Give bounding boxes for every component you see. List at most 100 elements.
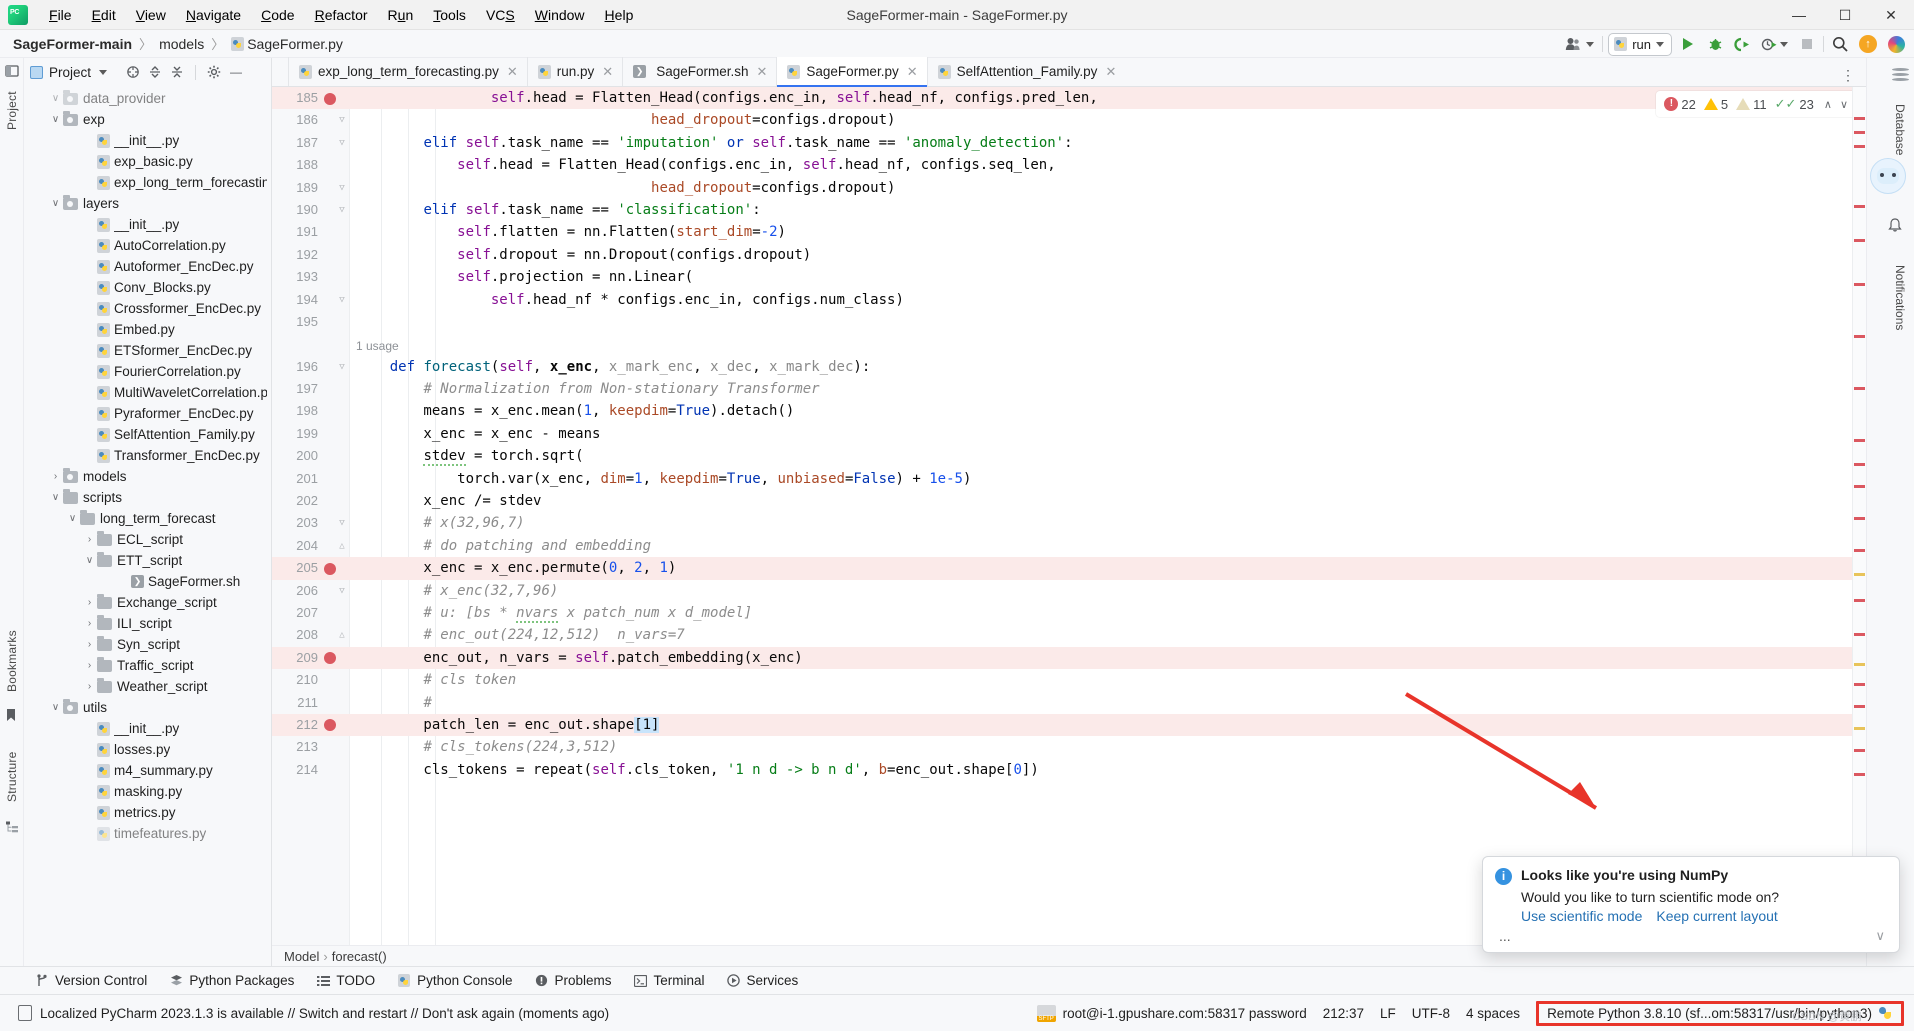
chevron-right-icon[interactable]: › — [83, 617, 96, 630]
left-tab-project[interactable]: Project — [0, 80, 24, 142]
chevron-down-icon[interactable]: ∨ — [49, 92, 62, 105]
code-line[interactable]: 208 △ # enc_out(224,12,512) n_vars=7 — [272, 624, 1866, 646]
menu-edit[interactable]: Edit — [83, 3, 125, 27]
menu-run[interactable]: Run — [379, 3, 423, 27]
line-separator[interactable]: LF — [1380, 1006, 1396, 1021]
menu-help[interactable]: Help — [596, 3, 643, 27]
code-line[interactable]: 197 # Normalization from Non-stationary … — [272, 378, 1866, 400]
code-fold-icon[interactable]: △ — [337, 541, 347, 551]
inspection-widget[interactable]: ! 22 5 11 ✓✓ 23 ∧ ∨ — [1656, 91, 1858, 117]
tree-node[interactable]: Pyraformer_EncDec.py — [24, 403, 271, 424]
tree-node[interactable]: › models — [24, 466, 271, 487]
code-line[interactable]: 191 self.flatten = nn.Flatten(start_dim=… — [272, 221, 1866, 243]
chevron-right-icon[interactable]: › — [49, 470, 62, 483]
breadcrumb-class[interactable]: Model — [284, 949, 319, 964]
tree-node[interactable]: MultiWaveletCorrelation.py — [24, 382, 271, 403]
project-settings-gear-icon[interactable] — [206, 64, 222, 80]
sftp-widget[interactable]: root@i-1.gpushare.com:58317 password — [1036, 1004, 1307, 1022]
code-line[interactable]: 201 torch.var(x_enc, dim=1, keepdim=True… — [272, 468, 1866, 490]
tree-node[interactable]: Transformer_EncDec.py — [24, 445, 271, 466]
breadcrumb-project[interactable]: SageFormer-main — [10, 35, 135, 53]
maximize-button[interactable]: ☐ — [1822, 0, 1868, 30]
code-line[interactable]: 189 ▽ head_dropout=configs.dropout) — [272, 177, 1866, 199]
tool-python-console[interactable]: Python Console — [388, 971, 521, 990]
menu-window[interactable]: Window — [526, 3, 594, 27]
menu-file[interactable]: File — [40, 3, 81, 27]
close-tab-icon[interactable]: ✕ — [907, 64, 918, 80]
code-line[interactable]: 200 stdev = torch.sqrt( — [272, 445, 1866, 467]
editor-tab[interactable]: exp_long_term_forecasting.py ✕ — [288, 57, 527, 86]
tree-node[interactable]: ∨ utils — [24, 697, 271, 718]
code-line[interactable]: 186 ▽ head_dropout=configs.dropout) — [272, 109, 1866, 131]
run-with-coverage-button[interactable] — [1731, 33, 1753, 55]
breakpoint-icon[interactable] — [324, 562, 336, 575]
prev-problem-icon[interactable]: ∧ — [1822, 98, 1834, 111]
tree-node[interactable]: › Traffic_script — [24, 655, 271, 676]
notification-more[interactable]: ... — [1499, 928, 1511, 944]
close-tab-icon[interactable]: ✕ — [757, 64, 768, 80]
tree-node[interactable]: __init__.py — [24, 130, 271, 151]
keep-current-layout-link[interactable]: Keep current layout — [1656, 908, 1777, 924]
error-count[interactable]: ! 22 — [1664, 97, 1696, 112]
code-line[interactable]: 209 enc_out, n_vars = self.patch_embeddi… — [272, 646, 1866, 670]
chevron-right-icon[interactable]: › — [83, 596, 96, 609]
breakpoint-icon[interactable] — [324, 719, 336, 732]
code-line[interactable]: 205 x_enc = x_enc.permute(0, 2, 1) — [272, 557, 1866, 580]
code-line[interactable]: 192 self.dropout = nn.Dropout(configs.dr… — [272, 244, 1866, 266]
tree-node[interactable]: › Exchange_script — [24, 592, 271, 613]
indent-setting[interactable]: 4 spaces — [1466, 1006, 1520, 1021]
left-tab-structure[interactable]: Structure — [0, 738, 24, 816]
notification-balloon[interactable]: i Looks like you're using NumPy Would yo… — [1482, 856, 1900, 953]
code-line[interactable]: 187 ▽ elif self.task_name == 'imputation'… — [272, 132, 1866, 154]
tool-problems[interactable]: Problems — [525, 971, 620, 990]
chevron-down-icon[interactable]: ∨ — [49, 701, 62, 714]
tree-node[interactable]: __init__.py — [24, 214, 271, 235]
tree-node[interactable]: SelfAttention_Family.py — [24, 424, 271, 445]
code-fold-icon[interactable]: ▽ — [337, 295, 347, 305]
code-fold-icon[interactable]: ▽ — [337, 138, 347, 148]
chevron-down-icon[interactable]: ∨ — [49, 113, 62, 126]
code-line[interactable]: 195 — [272, 311, 1866, 333]
tree-node[interactable]: ∨ scripts — [24, 487, 271, 508]
tree-node[interactable]: › ECL_script — [24, 529, 271, 550]
warning-count[interactable]: 5 — [1703, 97, 1728, 112]
tree-node[interactable]: FourierCorrelation.py — [24, 361, 271, 382]
tree-node[interactable]: ∨ ETT_script — [24, 550, 271, 571]
code-line[interactable]: 207 # u: [bs * nvars x patch_num x d_mod… — [272, 602, 1866, 624]
close-tab-icon[interactable]: ✕ — [507, 64, 518, 80]
tree-node[interactable]: ∨ exp — [24, 109, 271, 130]
chevron-right-icon[interactable]: › — [83, 533, 96, 546]
code-fold-icon[interactable]: ▽ — [337, 518, 347, 528]
debug-button[interactable] — [1704, 33, 1726, 55]
editor-tab[interactable]: run.py ✕ — [526, 57, 622, 86]
tree-node[interactable]: timefeatures.py — [24, 823, 271, 844]
ai-assistant-avatar[interactable] — [1870, 158, 1906, 194]
tree-node[interactable]: › Syn_script — [24, 634, 271, 655]
code-line[interactable]: 198 means = x_enc.mean(1, keepdim=True).… — [272, 400, 1866, 422]
update-button[interactable]: ↑ — [1856, 33, 1880, 55]
code-line[interactable]: 203 ▽ # x(32,96,7) — [272, 512, 1866, 534]
editor-tab[interactable]: SageFormer.py ✕ — [776, 57, 927, 87]
tree-node[interactable]: Embed.py — [24, 319, 271, 340]
bookmark-icon[interactable] — [5, 708, 19, 722]
menu-navigate[interactable]: Navigate — [177, 3, 250, 27]
chevron-right-icon[interactable]: › — [83, 638, 96, 651]
run-configuration-selector[interactable]: run — [1608, 32, 1672, 56]
user-account-icon[interactable] — [1562, 33, 1597, 55]
code-line[interactable]: 193 self.projection = nn.Linear( — [272, 266, 1866, 288]
structure-icon[interactable] — [5, 820, 19, 834]
usage-inlay-hint[interactable]: 1 usage — [272, 333, 1866, 355]
breadcrumb-file-wrap[interactable]: SageFormer.py — [228, 35, 346, 53]
database-icon[interactable] — [1892, 68, 1909, 83]
tree-node[interactable]: ∨ layers — [24, 193, 271, 214]
chevron-right-icon[interactable]: › — [83, 659, 96, 672]
editor-tab[interactable]: ❯ SageFormer.sh ✕ — [622, 57, 776, 86]
caret-position[interactable]: 212:37 — [1323, 1006, 1364, 1021]
code-line[interactable]: 190 ▽ elif self.task_name == 'classificat… — [272, 199, 1866, 221]
menu-code[interactable]: Code — [252, 3, 303, 27]
file-encoding[interactable]: UTF-8 — [1412, 1006, 1450, 1021]
notification-collapse-icon[interactable]: ∨ — [1875, 928, 1885, 944]
menu-view[interactable]: View — [127, 3, 175, 27]
stop-button[interactable] — [1796, 33, 1818, 55]
code-line[interactable]: 199 x_enc = x_enc - means — [272, 423, 1866, 445]
